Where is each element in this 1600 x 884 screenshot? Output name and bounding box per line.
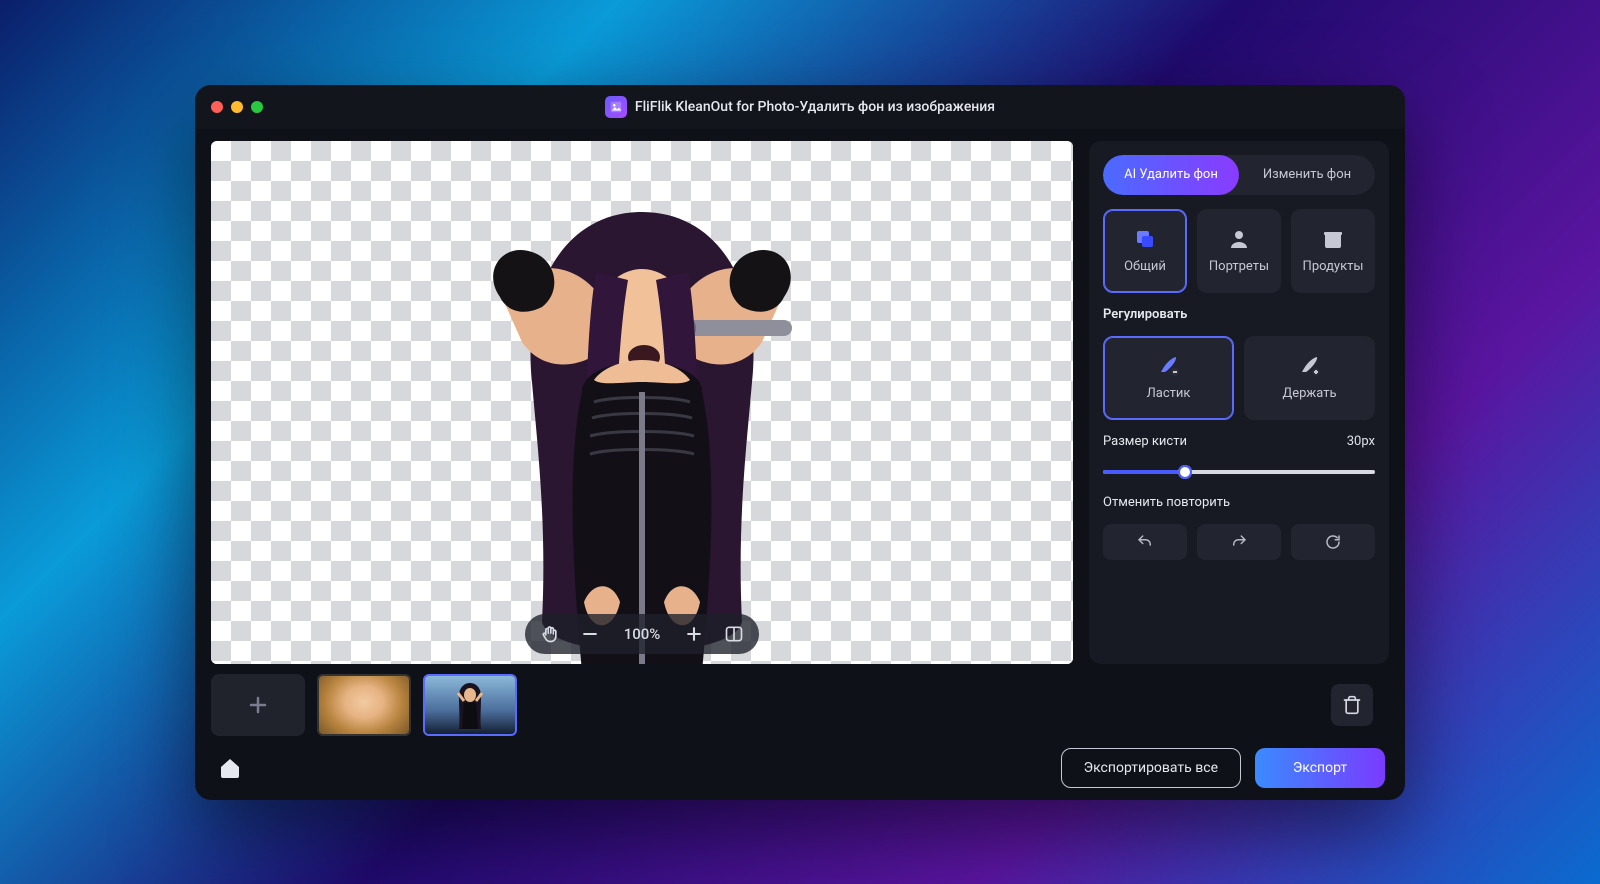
zoom-in-button[interactable] xyxy=(683,623,705,645)
category-general[interactable]: Общий xyxy=(1103,209,1187,293)
app-title: FliFlik KleanOut for Photo-Удалить фон и… xyxy=(635,99,995,115)
category-portraits[interactable]: Портреты xyxy=(1197,209,1281,293)
layers-icon xyxy=(1133,227,1157,251)
home-button[interactable] xyxy=(215,753,245,783)
tool-tiles: Ластик Держать xyxy=(1103,336,1375,420)
footer: Экспортировать все Экспорт xyxy=(195,736,1405,800)
redo-icon xyxy=(1230,533,1248,551)
side-panel: AI Удалить фон Изменить фон Общий Портре… xyxy=(1089,141,1389,664)
undo-button[interactable] xyxy=(1103,524,1187,560)
brush-size-slider[interactable] xyxy=(1103,463,1375,481)
export-button[interactable]: Экспорт xyxy=(1255,748,1385,788)
zoom-out-button[interactable] xyxy=(579,623,601,645)
traffic-lights xyxy=(211,101,263,113)
canvas-area: 100% xyxy=(211,141,1073,664)
tab-change-bg[interactable]: Изменить фон xyxy=(1239,155,1375,195)
tool-eraser-label: Ластик xyxy=(1147,386,1191,401)
app-window: FliFlik KleanOut for Photo-Удалить фон и… xyxy=(195,85,1405,800)
image-canvas[interactable]: 100% xyxy=(211,141,1073,664)
home-icon xyxy=(218,756,242,780)
reset-button[interactable] xyxy=(1291,524,1375,560)
refresh-icon xyxy=(1324,533,1342,551)
pan-hand-icon[interactable] xyxy=(539,623,561,645)
box-icon xyxy=(1321,227,1345,251)
app-icon xyxy=(605,96,627,118)
compare-split-icon[interactable] xyxy=(723,623,745,645)
history-row xyxy=(1103,524,1375,560)
plus-icon xyxy=(246,693,270,717)
export-all-button[interactable]: Экспортировать все xyxy=(1061,748,1241,788)
adjust-label: Регулировать xyxy=(1103,307,1375,322)
brush-size-label: Размер кисти xyxy=(1103,434,1187,449)
tool-eraser[interactable]: Ластик xyxy=(1103,336,1234,420)
tool-keep-label: Держать xyxy=(1282,386,1336,401)
brush-size-row: Размер кисти 30px xyxy=(1103,434,1375,449)
thumbnail-2[interactable] xyxy=(423,674,517,736)
window-close-button[interactable] xyxy=(211,101,223,113)
zoom-level: 100% xyxy=(619,625,665,643)
redo-button[interactable] xyxy=(1197,524,1281,560)
thumbnail-strip xyxy=(195,664,1405,736)
trash-icon xyxy=(1342,695,1362,715)
zoom-toolbar: 100% xyxy=(525,614,759,654)
category-tiles: Общий Портреты Продукты xyxy=(1103,209,1375,293)
category-products[interactable]: Продукты xyxy=(1291,209,1375,293)
subject-cutout xyxy=(382,202,902,664)
category-products-label: Продукты xyxy=(1303,259,1364,274)
thumbnail-2-image xyxy=(425,676,515,734)
window-maximize-button[interactable] xyxy=(251,101,263,113)
main-content: 100% AI Удалить фон Изменить фон xyxy=(195,129,1405,664)
tab-ai-remove-bg[interactable]: AI Удалить фон xyxy=(1103,155,1239,195)
brush-plus-icon xyxy=(1298,354,1322,378)
category-general-label: Общий xyxy=(1124,259,1166,274)
delete-button[interactable] xyxy=(1331,684,1373,726)
brush-size-value: 30px xyxy=(1347,434,1375,449)
window-minimize-button[interactable] xyxy=(231,101,243,113)
person-icon xyxy=(1227,227,1251,251)
undo-redo-label: Отменить повторить xyxy=(1103,495,1375,510)
thumbnail-1[interactable] xyxy=(317,674,411,736)
tool-keep[interactable]: Держать xyxy=(1244,336,1375,420)
brush-minus-icon xyxy=(1157,354,1181,378)
undo-icon xyxy=(1136,533,1154,551)
add-image-button[interactable] xyxy=(211,674,305,736)
thumbnail-1-image xyxy=(319,676,409,734)
title-bar: FliFlik KleanOut for Photo-Удалить фон и… xyxy=(195,85,1405,129)
category-portraits-label: Портреты xyxy=(1209,259,1269,274)
mode-toggle: AI Удалить фон Изменить фон xyxy=(1103,155,1375,195)
